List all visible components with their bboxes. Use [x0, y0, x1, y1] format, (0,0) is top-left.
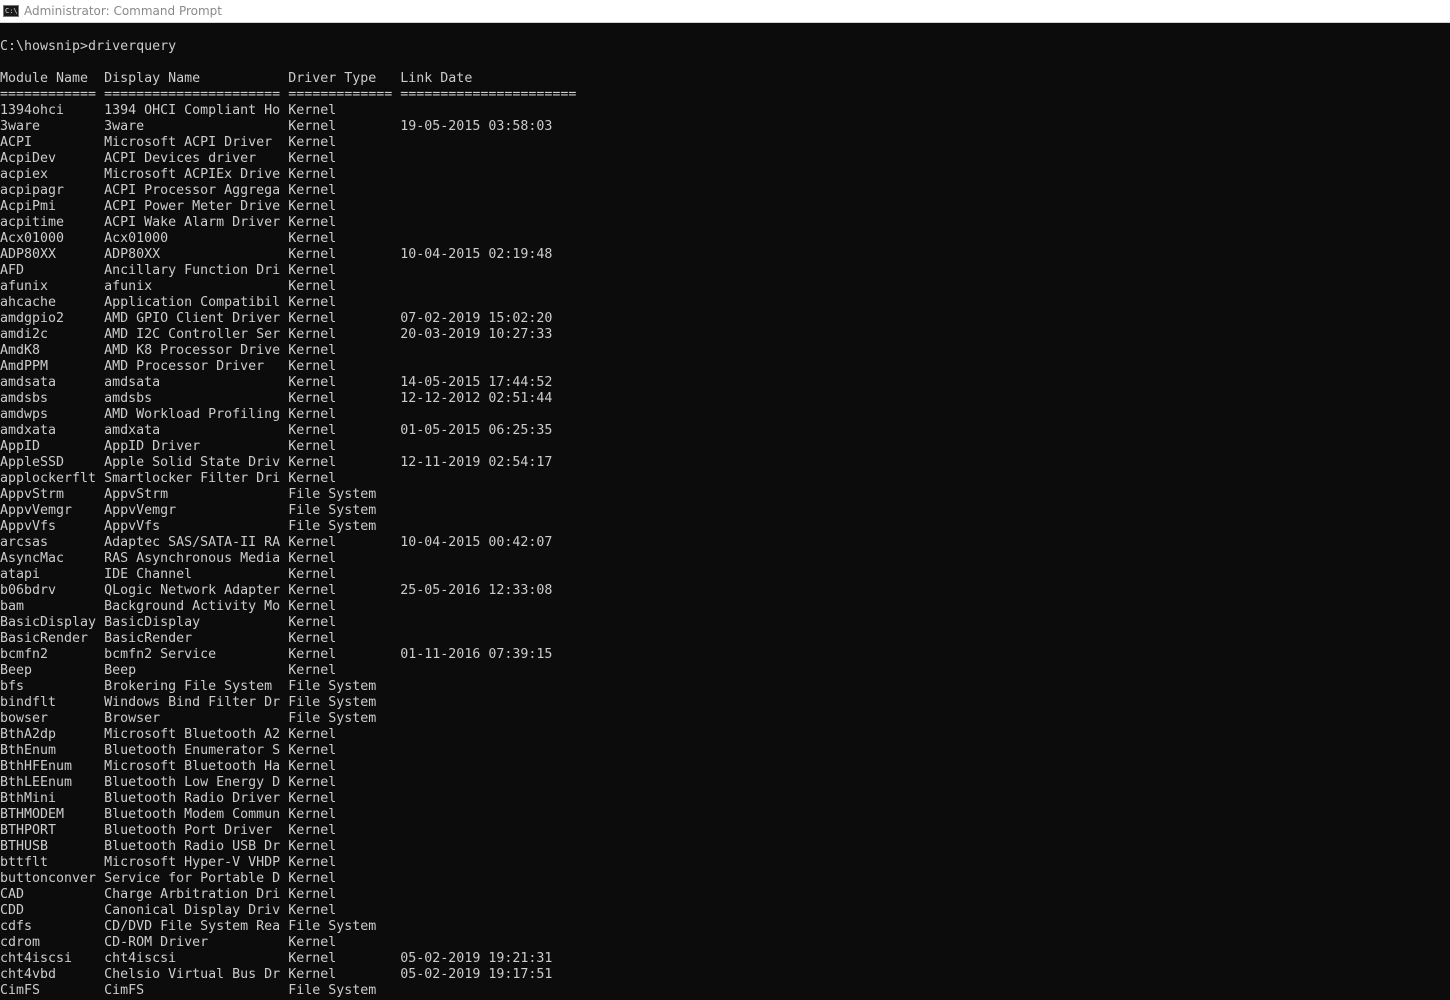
table-row: bttflt Microsoft Hyper-V VHDP Kernel: [0, 855, 337, 870]
table-row: amdxata amdxata Kernel 01-05-2015 06:25:…: [0, 423, 553, 438]
table-row: b06bdrv QLogic Network Adapter Kernel 25…: [0, 583, 553, 598]
table-row: AsyncMac RAS Asynchronous Media Kernel: [0, 551, 337, 566]
table-row: buttonconver Service for Portable D Kern…: [0, 871, 337, 886]
table-row: applockerflt Smartlocker Filter Dri Kern…: [0, 471, 337, 486]
table-row: CDD Canonical Display Driv Kernel: [0, 903, 337, 918]
table-row: cdrom CD-ROM Driver Kernel: [0, 935, 337, 950]
table-row: amdsbs amdsbs Kernel 12-12-2012 02:51:44: [0, 391, 553, 406]
table-row: BthMini Bluetooth Radio Driver Kernel: [0, 791, 337, 806]
table-row: AppleSSD Apple Solid State Driv Kernel 1…: [0, 455, 553, 470]
table-row: bowser Browser File System: [0, 711, 377, 726]
window-title: Administrator: Command Prompt: [24, 4, 222, 18]
table-row: AppvStrm AppvStrm File System: [0, 487, 377, 502]
table-row: BTHMODEM Bluetooth Modem Commun Kernel: [0, 807, 337, 822]
table-row: acpipagr ACPI Processor Aggrega Kernel: [0, 183, 337, 198]
table-row: amdi2c AMD I2C Controller Ser Kernel 20-…: [0, 327, 553, 342]
table-separator: ============ ====================== ====…: [0, 87, 577, 102]
table-row: bindflt Windows Bind Filter Dr File Syst…: [0, 695, 377, 710]
table-row: AmdPPM AMD Processor Driver Kernel: [0, 359, 337, 374]
table-row: bam Background Activity Mo Kernel: [0, 599, 337, 614]
table-row: acpitime ACPI Wake Alarm Driver Kernel: [0, 215, 337, 230]
table-row: BTHPORT Bluetooth Port Driver Kernel: [0, 823, 337, 838]
table-row: amdwps AMD Workload Profiling Kernel: [0, 407, 337, 422]
table-row: AmdK8 AMD K8 Processor Drive Kernel: [0, 343, 337, 358]
table-row: Beep Beep Kernel: [0, 663, 337, 678]
table-row: 1394ohci 1394 OHCI Compliant Ho Kernel: [0, 103, 337, 118]
table-row: BthLEEnum Bluetooth Low Energy D Kernel: [0, 775, 337, 790]
table-row: cht4vbd Chelsio Virtual Bus Dr Kernel 05…: [0, 967, 553, 982]
table-row: CimFS CimFS File System: [0, 983, 377, 998]
title-bar[interactable]: C:\ Administrator: Command Prompt: [0, 0, 1450, 23]
table-row: BTHUSB Bluetooth Radio USB Dr Kernel: [0, 839, 337, 854]
table-row: BthEnum Bluetooth Enumerator S Kernel: [0, 743, 337, 758]
table-row: CAD Charge Arbitration Dri Kernel: [0, 887, 337, 902]
table-row: BasicRender BasicRender Kernel: [0, 631, 337, 646]
table-row: arcsas Adaptec SAS/SATA-II RA Kernel 10-…: [0, 535, 553, 550]
table-row: BthA2dp Microsoft Bluetooth A2 Kernel: [0, 727, 337, 742]
table-row: BthHFEnum Microsoft Bluetooth Ha Kernel: [0, 759, 337, 774]
table-row: BasicDisplay BasicDisplay Kernel: [0, 615, 337, 630]
table-row: AppvVfs AppvVfs File System: [0, 519, 377, 534]
table-row: AcpiDev ACPI Devices driver Kernel: [0, 151, 337, 166]
table-row: AppvVemgr AppvVemgr File System: [0, 503, 377, 518]
table-row: acpiex Microsoft ACPIEx Drive Kernel: [0, 167, 337, 182]
table-row: amdsata amdsata Kernel 14-05-2015 17:44:…: [0, 375, 553, 390]
table-row: Acx01000 Acx01000 Kernel: [0, 231, 337, 246]
table-row: 3ware 3ware Kernel 19-05-2015 03:58:03: [0, 119, 553, 134]
table-row: ADP80XX ADP80XX Kernel 10-04-2015 02:19:…: [0, 247, 553, 262]
table-row: AppID AppID Driver Kernel: [0, 439, 337, 454]
command-prompt-line: C:\howsnip>driverquery: [0, 39, 177, 54]
table-row: cdfs CD/DVD File System Rea File System: [0, 919, 377, 934]
table-row: cht4iscsi cht4iscsi Kernel 05-02-2019 19…: [0, 951, 553, 966]
driver-table-rows: 1394ohci 1394 OHCI Compliant Ho Kernel 3w…: [0, 103, 1450, 999]
console-output[interactable]: C:\howsnip>driverquery Module Name Displ…: [0, 23, 1450, 1000]
table-row: amdgpio2 AMD GPIO Client Driver Kernel 0…: [0, 311, 553, 326]
table-row: AFD Ancillary Function Dri Kernel: [0, 263, 337, 278]
table-row: atapi IDE Channel Kernel: [0, 567, 337, 582]
table-header: Module Name Display Name Driver Type Lin…: [0, 71, 473, 86]
table-row: bfs Brokering File System File System: [0, 679, 377, 694]
table-row: bcmfn2 bcmfn2 Service Kernel 01-11-2016 …: [0, 647, 553, 662]
cmd-icon: C:\: [3, 5, 19, 17]
table-row: ahcache Application Compatibil Kernel: [0, 295, 337, 310]
table-row: AcpiPmi ACPI Power Meter Drive Kernel: [0, 199, 337, 214]
table-row: afunix afunix Kernel: [0, 279, 337, 294]
table-row: ACPI Microsoft ACPI Driver Kernel: [0, 135, 337, 150]
